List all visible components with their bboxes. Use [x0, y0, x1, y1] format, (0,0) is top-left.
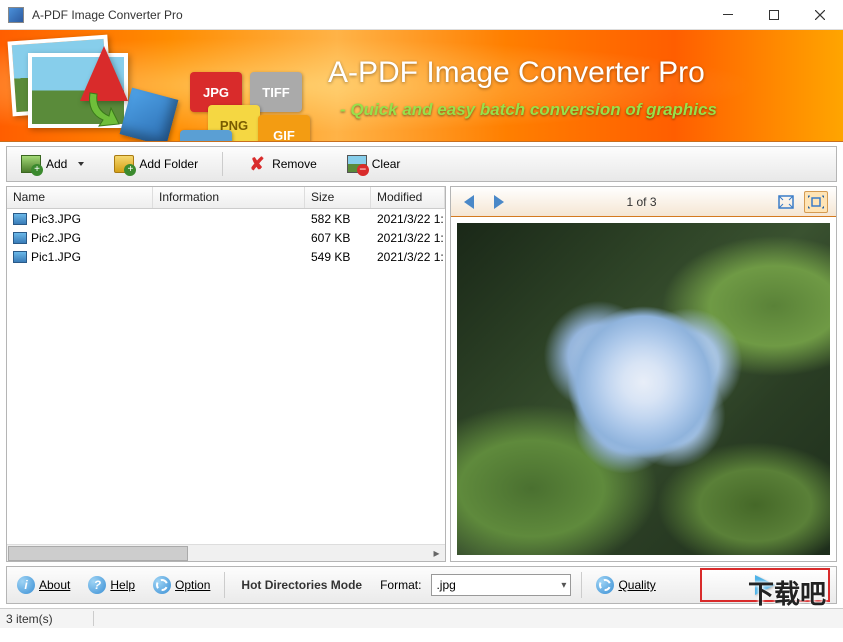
- actual-size-button[interactable]: [804, 191, 828, 213]
- fit-window-icon: [778, 195, 794, 209]
- separator: [581, 572, 582, 598]
- cell-size: 549 KB: [305, 248, 371, 266]
- add-button[interactable]: Add: [15, 152, 90, 176]
- table-row[interactable]: Pic2.JPG 607 KB2021/3/22 1:: [7, 228, 445, 247]
- app-icon: [8, 7, 24, 23]
- help-label: Help: [110, 578, 135, 592]
- dropdown-arrow-icon: [78, 162, 84, 166]
- table-row[interactable]: Pic1.JPG 549 KB2021/3/22 1:: [7, 247, 445, 266]
- image-file-icon: [13, 251, 27, 263]
- cell-modified: 2021/3/22 1:: [371, 210, 445, 228]
- info-icon: i: [17, 576, 35, 594]
- quality-label: Quality: [618, 578, 655, 592]
- cell-modified: 2021/3/22 1:: [371, 248, 445, 266]
- remove-label: Remove: [272, 157, 317, 171]
- status-bar: 3 item(s): [0, 608, 843, 628]
- add-label: Add: [46, 157, 67, 171]
- format-label: Format:: [380, 578, 421, 592]
- window-title: A-PDF Image Converter Pro: [32, 8, 705, 22]
- main-content: Name Information Size Modified Pic3.JPG 5…: [6, 186, 837, 562]
- convert-button[interactable]: [700, 568, 830, 602]
- add-folder-button[interactable]: Add Folder: [108, 152, 204, 176]
- bottom-toolbar: i About ? Help Option Hot Directories Mo…: [6, 566, 837, 604]
- scrollbar-thumb[interactable]: [8, 546, 188, 561]
- format-value: .jpg: [436, 578, 455, 592]
- format-badge-gif: GIF: [258, 115, 310, 142]
- scroll-right-arrow-icon[interactable]: ▸: [428, 545, 445, 562]
- quality-button[interactable]: Quality: [592, 573, 659, 597]
- next-image-button[interactable]: [487, 191, 509, 213]
- about-button[interactable]: i About: [13, 573, 74, 597]
- main-toolbar: Add Add Folder ✘ Remove Clear: [6, 146, 837, 182]
- minimize-button[interactable]: [705, 0, 751, 30]
- close-button[interactable]: [797, 0, 843, 30]
- preview-panel: 1 of 3: [450, 186, 837, 562]
- help-button[interactable]: ? Help: [84, 573, 139, 597]
- image-content: [457, 223, 830, 555]
- cell-name: Pic1.JPG: [7, 248, 153, 266]
- cell-name: Pic3.JPG: [7, 210, 153, 228]
- fit-window-button[interactable]: [774, 191, 798, 213]
- maximize-button[interactable]: [751, 0, 797, 30]
- option-label: Option: [175, 578, 210, 592]
- preview-image: [457, 223, 830, 555]
- gear-icon: [153, 576, 171, 594]
- play-icon: [755, 575, 775, 595]
- triangle-left-icon: [464, 195, 476, 209]
- image-file-icon: [13, 232, 27, 244]
- remove-button[interactable]: ✘ Remove: [241, 152, 323, 176]
- cell-info: [153, 236, 305, 240]
- cell-info: [153, 255, 305, 259]
- preview-toolbar: 1 of 3: [451, 187, 836, 217]
- cell-modified: 2021/3/22 1:: [371, 229, 445, 247]
- clear-label: Clear: [372, 157, 401, 171]
- file-list-panel: Name Information Size Modified Pic3.JPG 5…: [6, 186, 446, 562]
- separator: [224, 572, 225, 598]
- clear-icon: [347, 155, 367, 173]
- add-icon: [21, 155, 41, 173]
- table-body: Pic3.JPG582 KB2021/3/22 1:Pic2.JPG607 KB…: [7, 209, 445, 544]
- cell-size: 582 KB: [305, 210, 371, 228]
- col-name[interactable]: Name: [7, 187, 153, 208]
- about-label: About: [39, 578, 70, 592]
- table-row[interactable]: Pic3.JPG 582 KB2021/3/22 1:: [7, 209, 445, 228]
- logo-graphic: [10, 38, 190, 133]
- cell-info: [153, 217, 305, 221]
- banner-title: A-PDF Image Converter Pro: [328, 56, 705, 90]
- col-size[interactable]: Size: [305, 187, 371, 208]
- status-item-count: 3 item(s): [6, 611, 94, 626]
- add-folder-label: Add Folder: [139, 157, 198, 171]
- image-file-icon: [13, 213, 27, 225]
- format-select[interactable]: .jpg ▾: [431, 574, 571, 596]
- remove-icon: ✘: [247, 155, 267, 173]
- triangle-right-icon: [492, 195, 504, 209]
- clear-button[interactable]: Clear: [341, 152, 407, 176]
- prev-image-button[interactable]: [459, 191, 481, 213]
- horizontal-scrollbar[interactable]: ▸: [7, 544, 445, 561]
- table-header: Name Information Size Modified: [7, 187, 445, 209]
- col-information[interactable]: Information: [153, 187, 305, 208]
- option-button[interactable]: Option: [149, 573, 214, 597]
- preview-counter: 1 of 3: [515, 195, 768, 209]
- header-banner: JPG TIFF PNG BMP GIF A-PDF Image Convert…: [0, 30, 843, 142]
- quality-icon: [596, 576, 614, 594]
- toolbar-separator: [222, 152, 223, 176]
- help-icon: ?: [88, 576, 106, 594]
- col-modified[interactable]: Modified: [371, 187, 445, 208]
- titlebar: A-PDF Image Converter Pro: [0, 0, 843, 30]
- cell-name: Pic2.JPG: [7, 229, 153, 247]
- format-badge-bmp: BMP: [180, 130, 232, 142]
- banner-subtitle: - Quick and easy batch conversion of gra…: [340, 100, 717, 120]
- hot-directories-mode-link[interactable]: Hot Directories Mode: [241, 578, 362, 592]
- cell-size: 607 KB: [305, 229, 371, 247]
- chevron-down-icon: ▾: [561, 580, 566, 591]
- folder-icon: [114, 155, 134, 173]
- actual-size-icon: [808, 195, 824, 209]
